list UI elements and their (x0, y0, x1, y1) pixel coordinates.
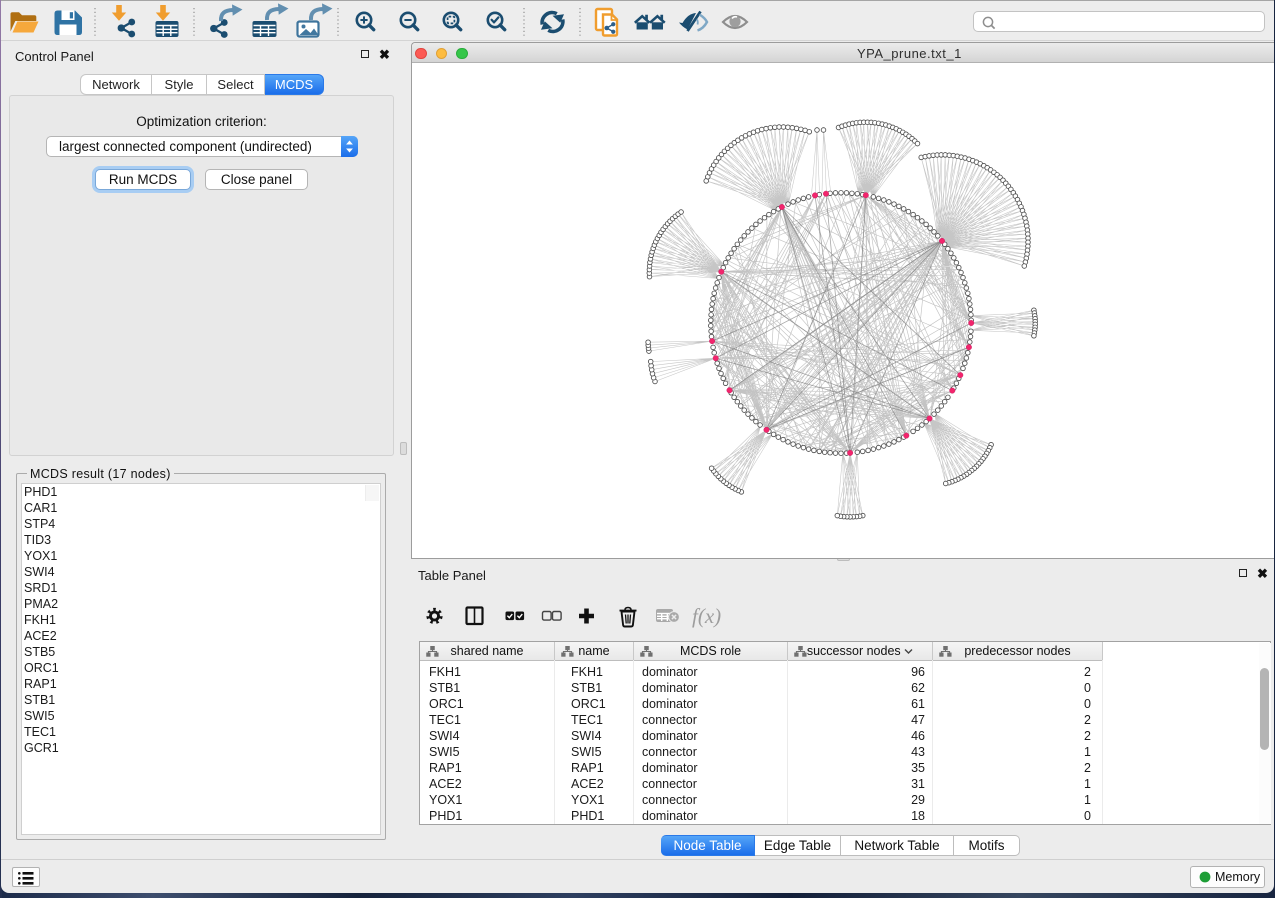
svg-text:f(x): f(x) (692, 604, 721, 628)
